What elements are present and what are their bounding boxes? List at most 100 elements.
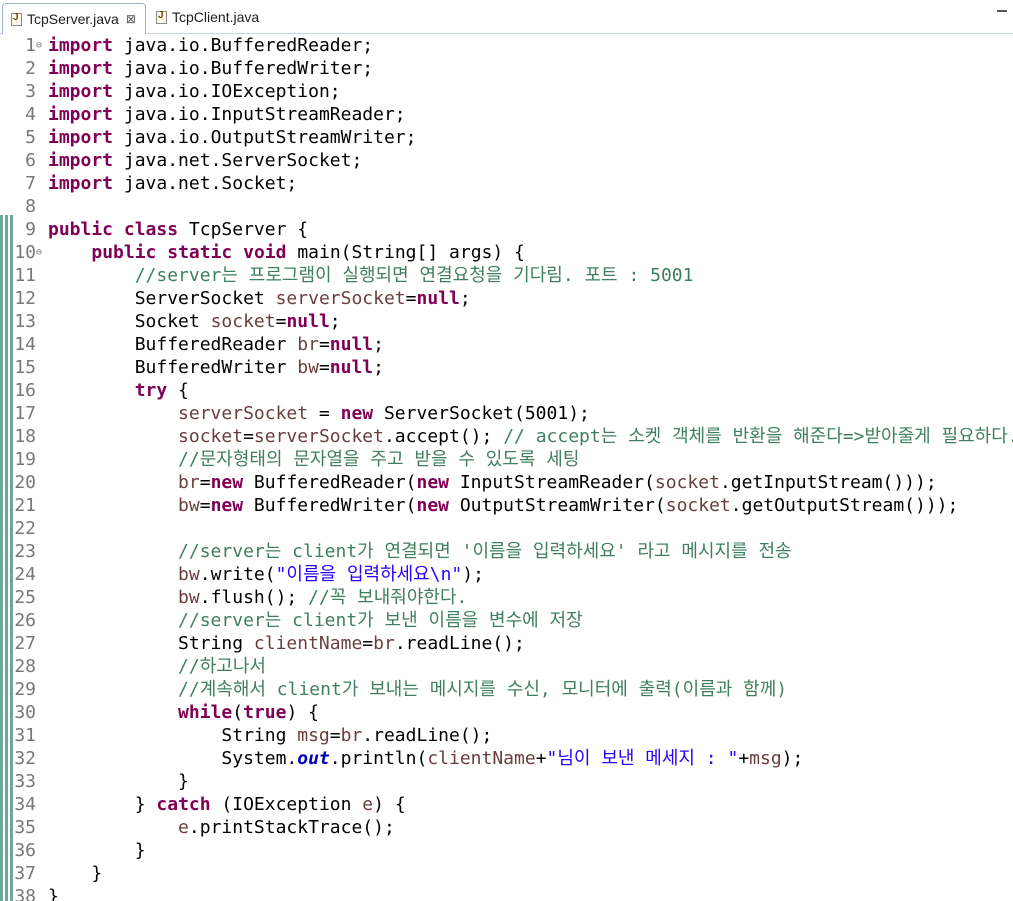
code-line[interactable]: 17 serverSocket = new ServerSocket(5001)… [0, 402, 1013, 425]
code-text: e.printStackTrace(); [48, 816, 395, 839]
close-tab-icon[interactable]: ⊠ [126, 12, 136, 26]
code-line[interactable]: 21 bw=new BufferedWriter(new OutputStrea… [0, 494, 1013, 517]
code-line[interactable]: 28 //하고나서 [0, 655, 1013, 678]
fold-toggle-icon[interactable]: ⊖ [36, 241, 48, 264]
code-text: Socket socket=null; [48, 310, 341, 333]
code-line[interactable]: 30 while(true) { [0, 701, 1013, 724]
token: //server는 client가 보낸 이름을 변수에 저장 [178, 610, 583, 631]
fold-toggle-icon[interactable]: ⊖ [36, 34, 48, 57]
line-number: 9 [25, 219, 36, 240]
code-line[interactable]: 16 try { [0, 379, 1013, 402]
code-line[interactable]: 25 bw.flush(); //꼭 보내줘야한다. [0, 586, 1013, 609]
code-line[interactable]: 4 import java.io.InputStreamReader; [0, 103, 1013, 126]
line-number: 25 [14, 587, 36, 608]
code-line[interactable]: 24 bw.write("이름을 입력하세요\n"); [0, 563, 1013, 586]
code-line[interactable]: 14 BufferedReader br=null; [0, 333, 1013, 356]
token: java.io.IOException; [123, 81, 341, 102]
code-line[interactable]: 2 import java.io.BufferedWriter; [0, 57, 1013, 80]
code-line[interactable]: 35 e.printStackTrace(); [0, 816, 1013, 839]
code-line[interactable]: 15 BufferedWriter bw=null; [0, 356, 1013, 379]
token: br [340, 725, 363, 746]
line-number: 3 [25, 81, 36, 102]
code-line[interactable]: 29 //계속해서 client가 보내는 메시지를 수신, 모니터에 출력(이… [0, 678, 1013, 701]
code-line[interactable]: 27 String clientName=br.readLine(); [0, 632, 1013, 655]
line-number: 23 [14, 541, 36, 562]
line-number: 30 [14, 702, 36, 723]
code-line[interactable]: 6 import java.net.ServerSocket; [0, 149, 1013, 172]
code-text: BufferedReader br=null; [48, 333, 384, 356]
code-text: bw.flush(); //꼭 보내줘야한다. [48, 586, 467, 609]
line-number: 7 [25, 173, 36, 194]
line-number: 16 [14, 380, 36, 401]
line-number: 35 [14, 817, 36, 838]
code-text: bw=new BufferedWriter(new OutputStreamWr… [48, 494, 958, 517]
token: import [48, 150, 114, 171]
code-line[interactable]: 33 } [0, 770, 1013, 793]
token: .write( [199, 564, 276, 585]
token: InputStreamReader( [449, 472, 655, 493]
token: } [48, 886, 59, 901]
line-number: 1 [25, 35, 36, 56]
token: ); [462, 564, 484, 585]
token: e [362, 794, 374, 815]
code-line[interactable]: 3 import java.io.IOException; [0, 80, 1013, 103]
code-line[interactable]: 37 } [0, 862, 1013, 885]
token: bw [178, 495, 200, 516]
token: socket [665, 495, 731, 516]
token: ); [781, 748, 804, 769]
line-number: 32 [14, 748, 36, 769]
tab-tcpclient[interactable]: TcpClient.java [148, 3, 278, 31]
code-line[interactable]: 19 //문자형태의 문자열을 주고 받을 수 있도록 세팅 [0, 448, 1013, 471]
line-number: 11 [14, 265, 36, 286]
tab-label: TcpClient.java [172, 9, 260, 25]
code-line[interactable]: 1⊖ import java.io.BufferedReader; [0, 34, 1013, 57]
code-line[interactable]: 36 } [0, 839, 1013, 862]
code-line[interactable]: 11 //server는 프로그램이 실행되면 연결요청을 기다림. 포트 : … [0, 264, 1013, 287]
code-line[interactable]: 23 //server는 client가 연결되면 '이름을 입력하세요' 라고… [0, 540, 1013, 563]
token: null [416, 288, 460, 309]
code-text: socket=serverSocket.accept(); // accept는… [48, 425, 1013, 448]
code-line[interactable]: 12 ServerSocket serverSocket=null; [0, 287, 1013, 310]
code-lines: 1⊖ import java.io.BufferedReader; 2 import … [0, 34, 1013, 901]
code-line[interactable]: 5 import java.io.OutputStreamWriter; [0, 126, 1013, 149]
code-text: import java.net.ServerSocket; [48, 149, 362, 172]
code-line[interactable]: 13 Socket socket=null; [0, 310, 1013, 333]
code-line[interactable]: 32 System.out.println(clientName+"님이 보낸 … [0, 747, 1013, 770]
code-line[interactable]: 34 } catch (IOException e) { [0, 793, 1013, 816]
code-line[interactable]: 26 //server는 client가 보낸 이름을 변수에 저장 [0, 609, 1013, 632]
code-line[interactable]: 31 String msg=br.readLine(); [0, 724, 1013, 747]
code-line[interactable]: 9 public class TcpServer { [0, 218, 1013, 241]
token: br [178, 472, 200, 493]
code-line[interactable]: 8 [0, 195, 1013, 218]
token: BufferedReader [134, 334, 298, 355]
token: = [275, 311, 287, 332]
tab-tcpserver[interactable]: TcpServer.java ⊠ [2, 3, 146, 34]
token: socket [654, 472, 720, 493]
token: Socket [134, 311, 211, 332]
token: = [362, 633, 374, 654]
code-line[interactable]: 22 [0, 517, 1013, 540]
token: import [48, 127, 114, 148]
code-line[interactable]: 18 socket=serverSocket.accept(); // acce… [0, 425, 1013, 448]
token: catch [156, 794, 211, 815]
token: try [134, 380, 168, 401]
code-text: } [48, 885, 59, 901]
token: System. [221, 748, 298, 769]
code-line[interactable]: 7 import java.net.Socket; [0, 172, 1013, 195]
code-line[interactable]: 38} [0, 885, 1013, 901]
token: import [48, 104, 114, 125]
code-line[interactable]: 10⊖ public static void main(String[] arg… [0, 241, 1013, 264]
token: .accept(); [383, 426, 504, 447]
token: br [297, 334, 319, 355]
token: public [91, 242, 157, 263]
code-text: bw.write("이름을 입력하세요\n"); [48, 563, 484, 586]
token: //문자형태의 문자열을 주고 받을 수 있도록 세팅 [178, 449, 580, 470]
code-line[interactable]: 20 br=new BufferedReader(new InputStream… [0, 471, 1013, 494]
token: } [91, 863, 103, 884]
line-number: 2 [25, 58, 36, 79]
line-number: 18 [14, 426, 36, 447]
token: class [123, 219, 179, 240]
token: String [178, 633, 254, 654]
code-editor[interactable]: 1⊖ import java.io.BufferedReader; 2 import … [0, 34, 1013, 901]
minimize-icon[interactable] [997, 10, 1007, 12]
